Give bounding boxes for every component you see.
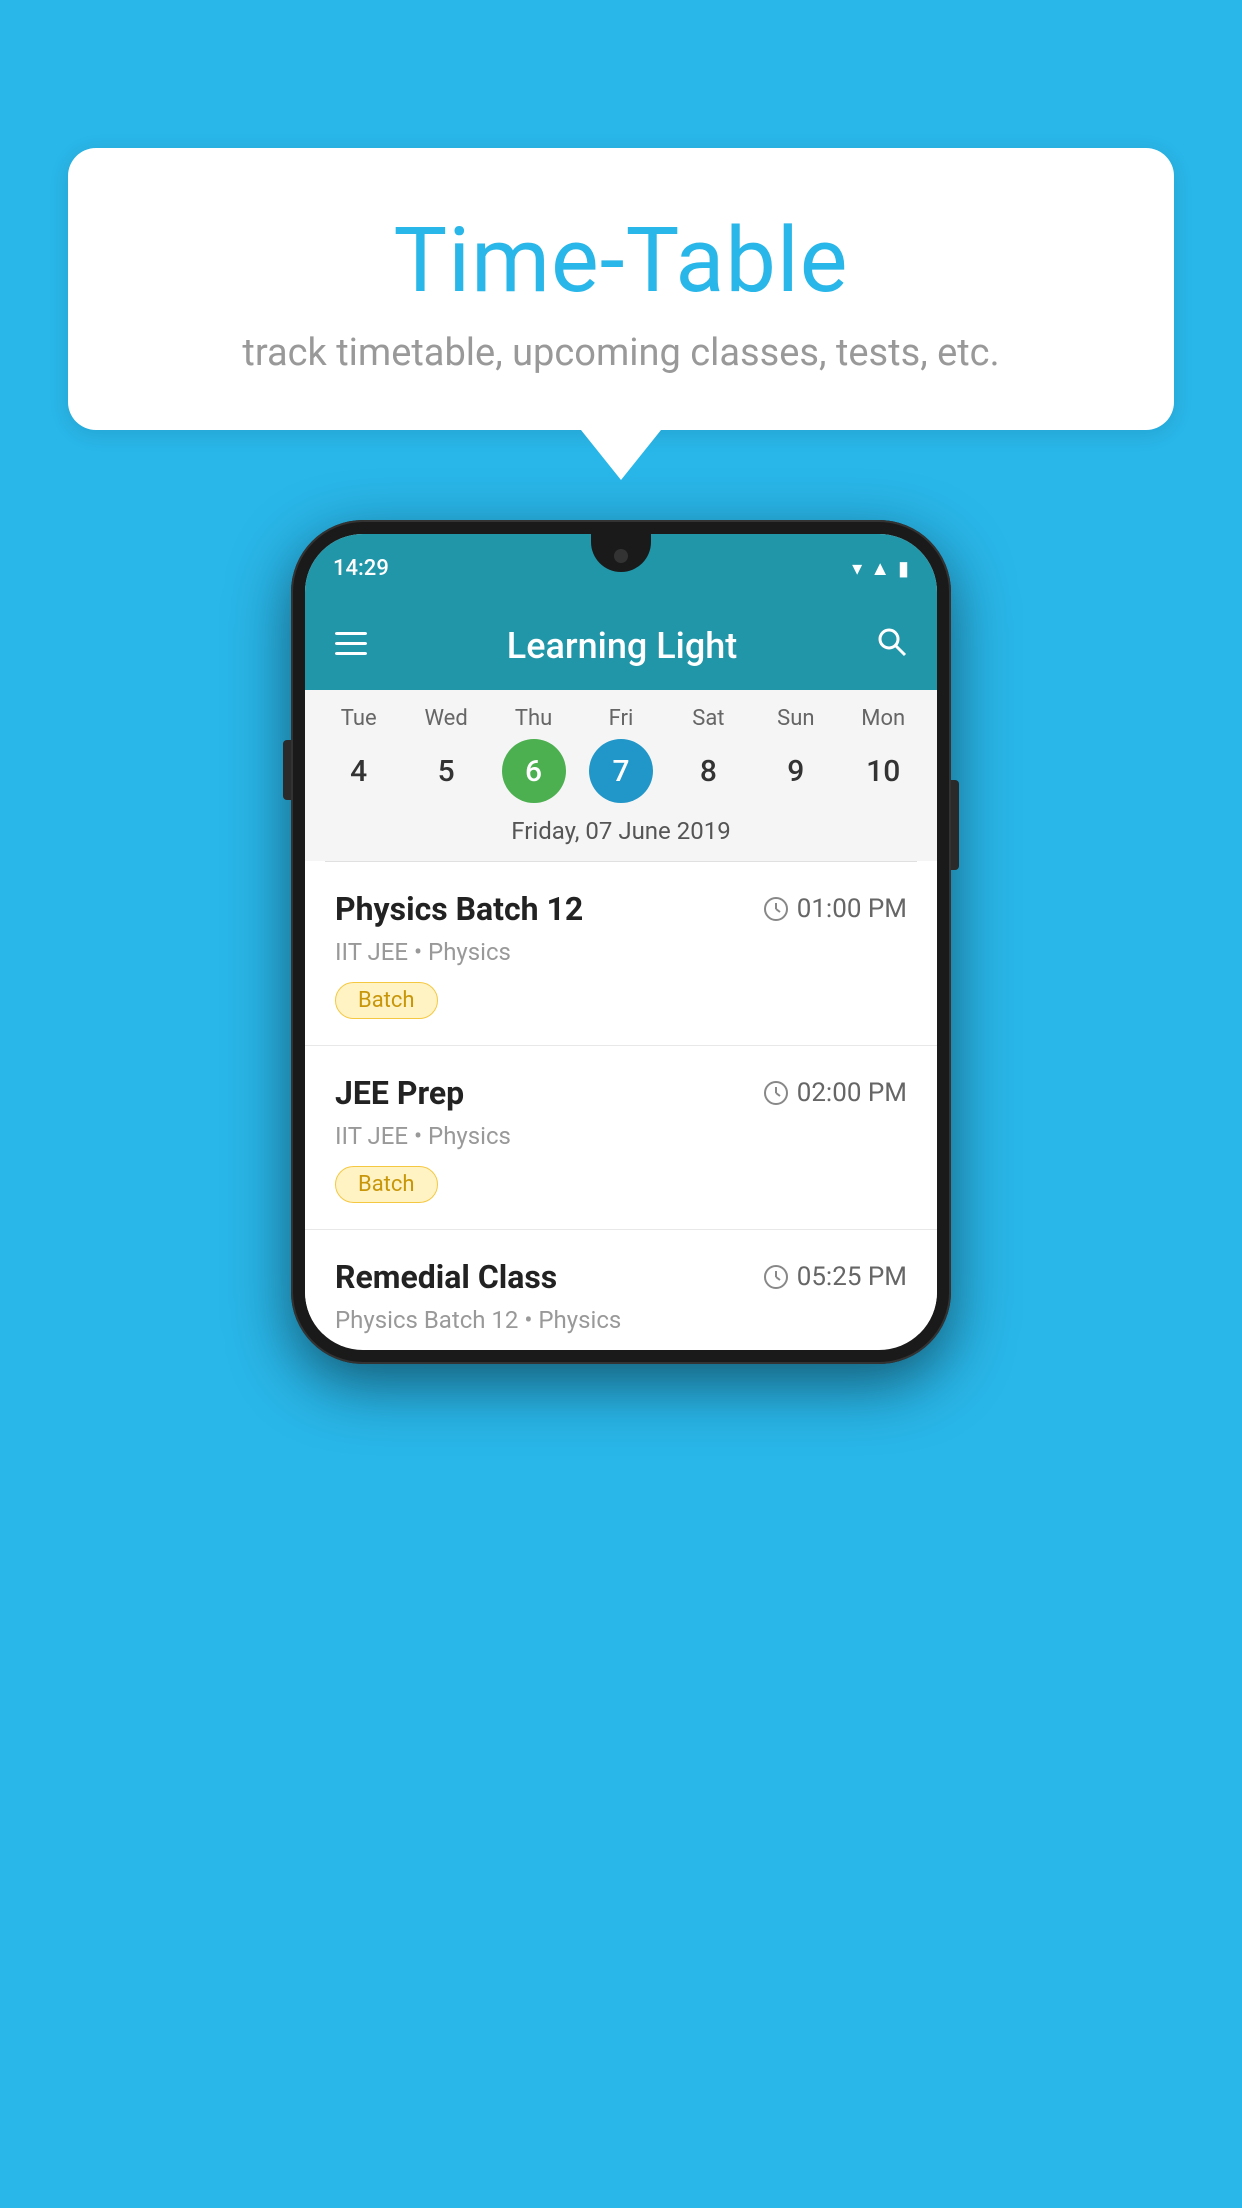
day-name-label: Fri [609, 706, 634, 731]
day-name-label: Thu [515, 706, 552, 731]
day-column[interactable]: Sat 8 [668, 706, 748, 803]
clock-icon [763, 896, 789, 922]
schedule-item[interactable]: Physics Batch 12 01:00 PM IIT JEE • Physic… [305, 862, 937, 1045]
day-column[interactable]: Mon 10 [843, 706, 923, 803]
day-name-label: Mon [861, 706, 905, 731]
status-time: 14:29 [333, 556, 389, 581]
status-bar: 14:29 ▾ ▲ ▮ [305, 534, 937, 602]
day-name-label: Wed [424, 706, 467, 731]
day-column[interactable]: Tue 4 [319, 706, 399, 803]
batch-badge: Batch [335, 1166, 438, 1203]
schedule-time: 05:25 PM [763, 1262, 907, 1292]
day-number[interactable]: 4 [327, 739, 391, 803]
time-text: 05:25 PM [797, 1262, 907, 1292]
schedule-item-title: Physics Batch 12 [335, 890, 583, 928]
calendar-strip: Tue 4 Wed 5 Thu 6 Fri 7 Sat 8 Sun 9 Mon 10 Friday, 07… [305, 690, 937, 861]
bubble-title: Time-Table [108, 208, 1134, 313]
schedule-item-title: JEE Prep [335, 1074, 464, 1112]
selected-date-label: Friday, 07 June 2019 [305, 803, 937, 861]
phone-screen: 14:29 ▾ ▲ ▮ Le [305, 534, 937, 1350]
bubble-arrow [581, 430, 661, 480]
day-column[interactable]: Fri 7 [581, 706, 661, 803]
day-column[interactable]: Sun 9 [756, 706, 836, 803]
battery-icon: ▮ [898, 556, 909, 580]
day-name-label: Sun [777, 706, 814, 731]
schedule-item-title: Remedial Class [335, 1258, 557, 1296]
schedule-item[interactable]: JEE Prep 02:00 PM IIT JEE • Physics Batch [305, 1046, 937, 1229]
phone-notch [591, 534, 651, 572]
schedule-subtitle: IIT JEE • Physics [335, 1122, 907, 1150]
schedule-time: 02:00 PM [763, 1078, 907, 1108]
schedule-list: Physics Batch 12 01:00 PM IIT JEE • Physic… [305, 862, 937, 1334]
status-icons-group: ▾ ▲ ▮ [852, 556, 909, 581]
clock-icon [763, 1264, 789, 1290]
speech-bubble-section: Time-Table track timetable, upcoming cla… [68, 148, 1174, 480]
phone-outer-shell: 14:29 ▾ ▲ ▮ Le [291, 520, 951, 1364]
day-number[interactable]: 9 [764, 739, 828, 803]
app-toolbar: Learning Light [305, 602, 937, 690]
hamburger-menu-icon[interactable] [335, 632, 367, 661]
schedule-time: 01:00 PM [763, 894, 907, 924]
day-column[interactable]: Wed 5 [406, 706, 486, 803]
day-name-label: Tue [341, 706, 377, 731]
day-number[interactable]: 10 [851, 739, 915, 803]
day-number[interactable]: 6 [502, 739, 566, 803]
clock-icon [763, 1080, 789, 1106]
day-number[interactable]: 5 [414, 739, 478, 803]
schedule-item-header: Remedial Class 05:25 PM [335, 1258, 907, 1296]
wifi-icon: ▾ [852, 556, 862, 580]
schedule-item[interactable]: Remedial Class 05:25 PM Physics Batch 12 •… [305, 1230, 937, 1334]
day-name-label: Sat [692, 706, 724, 731]
batch-badge: Batch [335, 982, 438, 1019]
schedule-subtitle: IIT JEE • Physics [335, 938, 907, 966]
front-camera [614, 549, 628, 563]
search-icon[interactable] [877, 627, 907, 665]
app-title: Learning Light [507, 625, 737, 667]
schedule-item-header: JEE Prep 02:00 PM [335, 1074, 907, 1112]
schedule-item-header: Physics Batch 12 01:00 PM [335, 890, 907, 928]
signal-icon: ▲ [870, 556, 890, 581]
bubble-subtitle: track timetable, upcoming classes, tests… [108, 331, 1134, 375]
time-text: 01:00 PM [797, 894, 907, 924]
speech-bubble: Time-Table track timetable, upcoming cla… [68, 148, 1174, 430]
schedule-subtitle: Physics Batch 12 • Physics [335, 1306, 907, 1334]
day-number[interactable]: 7 [589, 739, 653, 803]
phone-mockup: 14:29 ▾ ▲ ▮ Le [291, 520, 951, 1364]
day-column[interactable]: Thu 6 [494, 706, 574, 803]
days-row: Tue 4 Wed 5 Thu 6 Fri 7 Sat 8 Sun 9 Mon 10 [305, 706, 937, 803]
time-text: 02:00 PM [797, 1078, 907, 1108]
day-number[interactable]: 8 [676, 739, 740, 803]
